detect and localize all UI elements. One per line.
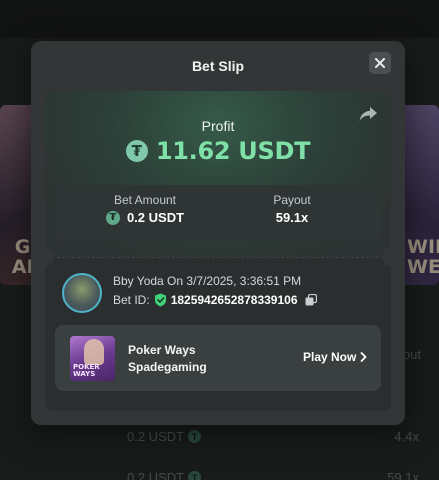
avatar[interactable] <box>62 273 102 313</box>
bet-slip-modal: Bet Slip Profit ₮ 11.62 USDT Bet Amount … <box>31 41 405 425</box>
bet-amount-value: 0.2 USDT <box>126 210 185 225</box>
bet-id-value: 1825942652878339106 <box>170 293 298 307</box>
game-name: Poker Ways Spadegaming <box>128 342 207 376</box>
tether-coin-icon: ₮ <box>105 210 120 225</box>
shield-check-icon <box>154 293 166 307</box>
close-button[interactable] <box>369 52 391 74</box>
bet-stats: Bet Amount ₮ 0.2 USDT Payout 59.1x <box>55 185 381 241</box>
bet-amount-value-row: ₮ 0.2 USDT <box>95 210 195 225</box>
copy-icon[interactable] <box>305 294 317 306</box>
game-thumbnail-logo: POKER WAYS <box>73 363 100 378</box>
game-title: Poker Ways <box>128 343 196 357</box>
profit-amount: 11.62 USDT <box>155 137 311 165</box>
close-icon <box>375 58 385 68</box>
play-now-button[interactable]: Play Now <box>303 350 367 364</box>
game-row[interactable]: POKER WAYS Poker Ways Spadegaming Play N… <box>55 325 381 391</box>
payout-label: Payout <box>273 193 311 207</box>
game-thumbnail-art <box>84 339 104 365</box>
bet-amount-stat: Bet Amount ₮ 0.2 USDT <box>95 193 195 225</box>
payout-value: 59.1x <box>275 210 309 225</box>
bettor-and-time: Bby Yoda On 3/7/2025, 3:36:51 PM <box>113 274 302 288</box>
profit-label: Profit <box>201 118 235 134</box>
bet-id-row: Bet ID: 1825942652878339106 <box>113 293 317 307</box>
chevron-right-icon <box>360 352 367 362</box>
game-thumbnail[interactable]: POKER WAYS <box>70 336 115 381</box>
tether-coin-icon: ₮ <box>125 140 148 162</box>
game-provider: Spadegaming <box>128 360 207 374</box>
profit-value: ₮ 11.62 USDT <box>45 137 391 165</box>
ticket-notch-right <box>382 248 391 266</box>
bet-amount-label: Bet Amount <box>113 193 177 207</box>
bet-id-label: Bet ID: <box>113 293 150 307</box>
ticket-divider <box>57 257 379 258</box>
play-now-label: Play Now <box>303 350 357 364</box>
payout-stat: Payout 59.1x <box>255 193 329 225</box>
bet-card: Profit ₮ 11.62 USDT Bet Amount ₮ 0.2 USD… <box>45 91 391 411</box>
modal-title: Bet Slip <box>191 58 245 74</box>
